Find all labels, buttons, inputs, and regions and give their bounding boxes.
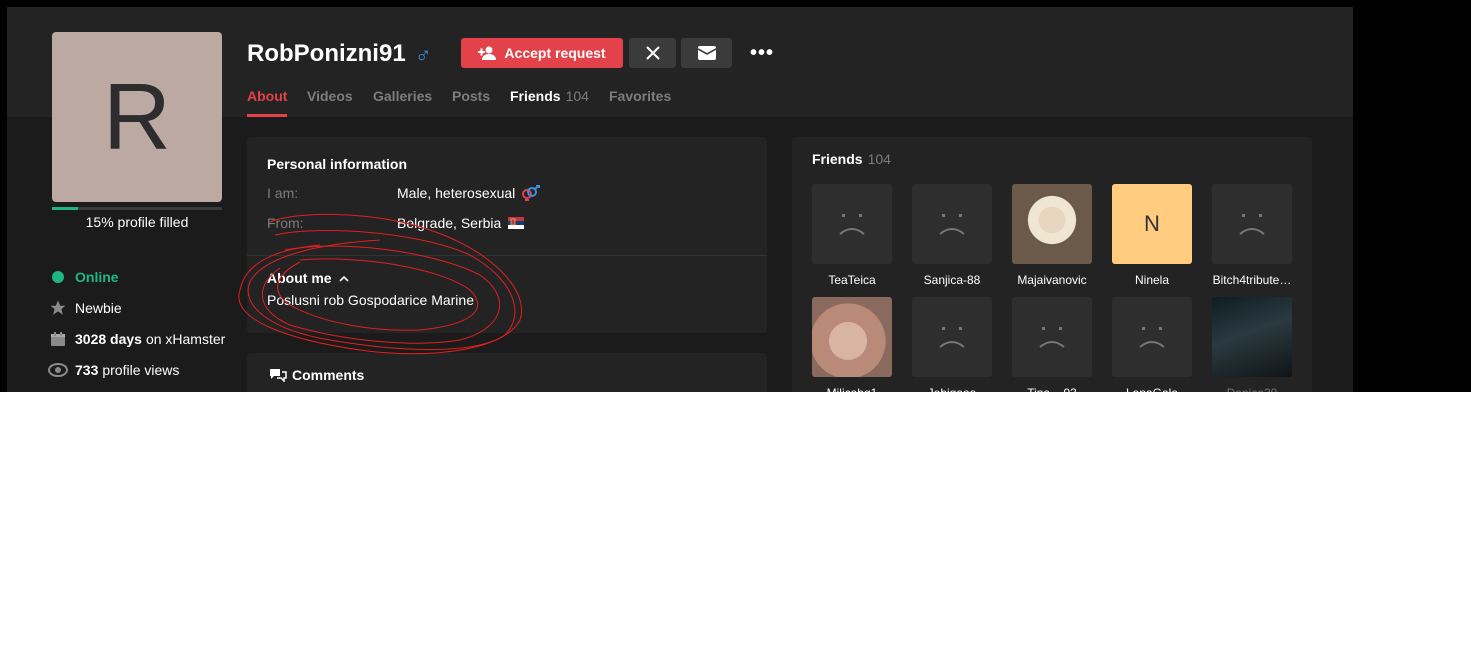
online-label: Online xyxy=(75,269,119,285)
right-blank-area xyxy=(1353,0,1471,392)
friend-avatar[interactable] xyxy=(912,297,992,377)
friend-avatar[interactable] xyxy=(1212,297,1292,377)
days-suffix: on xHamster xyxy=(145,331,226,347)
views-suffix: profile views xyxy=(102,362,180,378)
decline-request-button[interactable] xyxy=(629,38,676,68)
iam-value-text: Male, heterosexual xyxy=(397,185,516,201)
sad-face-icon xyxy=(1239,214,1265,235)
close-icon xyxy=(645,46,660,60)
friend-item[interactable]: LanaGala xyxy=(1112,297,1192,392)
accept-request-label: Accept request xyxy=(504,45,606,61)
friend-item[interactable]: Bitch4tribute… xyxy=(1212,184,1292,287)
from-value: Belgrade, Serbia xyxy=(397,215,525,231)
friends-title: Friends xyxy=(812,151,863,167)
heterosexual-icon xyxy=(522,185,541,201)
sad-face-icon xyxy=(1139,327,1165,348)
online-status: Online xyxy=(48,267,119,287)
card-divider xyxy=(247,255,767,256)
tab-favorites[interactable]: Favorites xyxy=(609,88,671,104)
iam-label: I am: xyxy=(267,185,299,201)
friend-item[interactable]: Milicabg1 xyxy=(812,297,892,392)
tab-about[interactable]: About xyxy=(247,88,287,104)
friend-item[interactable]: Majaivanovic xyxy=(1012,184,1092,287)
friends-count: 104 xyxy=(867,151,891,167)
friend-avatar[interactable] xyxy=(1112,297,1192,377)
eye-icon xyxy=(48,360,68,380)
from-label: From: xyxy=(267,215,304,231)
chevron-up-icon xyxy=(338,275,349,282)
tab-videos[interactable]: Videos xyxy=(307,88,353,104)
from-value-text: Belgrade, Serbia xyxy=(397,215,502,231)
envelope-icon xyxy=(697,46,716,60)
comments-title: Comments xyxy=(292,367,365,383)
sad-face-icon xyxy=(839,214,865,235)
screenshot-area: R 15% profile filled Online Newbie 3028 … xyxy=(0,0,1471,392)
avatar[interactable]: R xyxy=(52,32,222,202)
friend-avatar[interactable]: N xyxy=(1112,184,1192,264)
calendar-icon xyxy=(48,329,68,349)
comments-header: Comments xyxy=(269,367,364,383)
friend-name[interactable]: Milicabg1 xyxy=(812,386,892,392)
friend-avatar[interactable] xyxy=(1212,184,1292,264)
profile-views: 733 profile views xyxy=(48,360,179,380)
about-me-header[interactable]: About me xyxy=(267,270,349,286)
sad-face-icon xyxy=(939,327,965,348)
profile-progress-label: 15% profile filled xyxy=(85,214,189,230)
friend-name[interactable]: Majaivanovic xyxy=(1012,273,1092,287)
profile-progress-bar xyxy=(52,207,222,210)
left-border xyxy=(0,0,7,392)
friend-avatar[interactable] xyxy=(812,297,892,377)
tab-friends-count: 104 xyxy=(565,88,589,104)
views-value: 733 xyxy=(75,362,99,378)
friend-name[interactable]: LanaGala xyxy=(1112,386,1192,392)
online-dot-icon xyxy=(48,267,68,287)
serbia-flag-icon xyxy=(508,217,525,229)
comments-icon xyxy=(270,369,287,382)
accept-request-button[interactable]: Accept request xyxy=(461,38,623,68)
member-days: 3028 days on xHamster xyxy=(48,329,225,349)
friend-name[interactable]: Tina__93 xyxy=(1012,386,1092,392)
level-status: Newbie xyxy=(48,298,122,318)
friend-name[interactable]: Jebigaaa xyxy=(912,386,992,392)
friend-item[interactable]: N Ninela xyxy=(1112,184,1192,287)
sad-face-icon xyxy=(939,214,965,235)
friend-name[interactable]: Ninela xyxy=(1112,273,1192,287)
tab-friends[interactable]: Friends 104 xyxy=(510,88,589,104)
friend-item[interactable]: Jebigaaa xyxy=(912,297,992,392)
active-tab-indicator xyxy=(247,114,287,117)
about-me-text: Poslusni rob Gospodarice Marine xyxy=(267,292,474,308)
sad-face-icon xyxy=(1039,327,1065,348)
friend-name[interactable]: Danica39 xyxy=(1212,386,1292,392)
add-user-icon xyxy=(478,46,497,60)
friend-avatar[interactable] xyxy=(1012,297,1092,377)
friend-item[interactable]: Sanjica-88 xyxy=(912,184,992,287)
friend-avatar[interactable] xyxy=(1012,184,1092,264)
star-icon xyxy=(48,298,68,318)
male-gender-icon: ♂ xyxy=(415,42,432,67)
friend-item[interactable]: TeaTeica xyxy=(812,184,892,287)
friends-header[interactable]: Friends 104 xyxy=(812,151,891,167)
level-label: Newbie xyxy=(75,300,122,316)
tab-posts[interactable]: Posts xyxy=(452,88,490,104)
days-value: 3028 days xyxy=(75,331,142,347)
username: RobPonizni91 xyxy=(247,40,406,67)
friend-name[interactable]: Bitch4tribute… xyxy=(1212,273,1292,287)
top-border xyxy=(0,0,1353,7)
friend-item[interactable]: Tina__93 xyxy=(1012,297,1092,392)
more-options-button[interactable]: ••• xyxy=(742,38,782,68)
friend-name[interactable]: Sanjica-88 xyxy=(912,273,992,287)
tab-friends-label: Friends xyxy=(510,88,561,104)
personal-info-title: Personal information xyxy=(267,156,408,172)
about-me-title: About me xyxy=(267,270,332,286)
friend-avatar[interactable] xyxy=(812,184,892,264)
message-button[interactable] xyxy=(681,38,732,68)
tab-galleries[interactable]: Galleries xyxy=(373,88,432,104)
friend-item[interactable]: Danica39 xyxy=(1212,297,1292,392)
friend-avatar[interactable] xyxy=(912,184,992,264)
friend-name[interactable]: TeaTeica xyxy=(812,273,892,287)
iam-value: Male, heterosexual xyxy=(397,185,541,201)
profile-progress-fill xyxy=(52,207,78,210)
